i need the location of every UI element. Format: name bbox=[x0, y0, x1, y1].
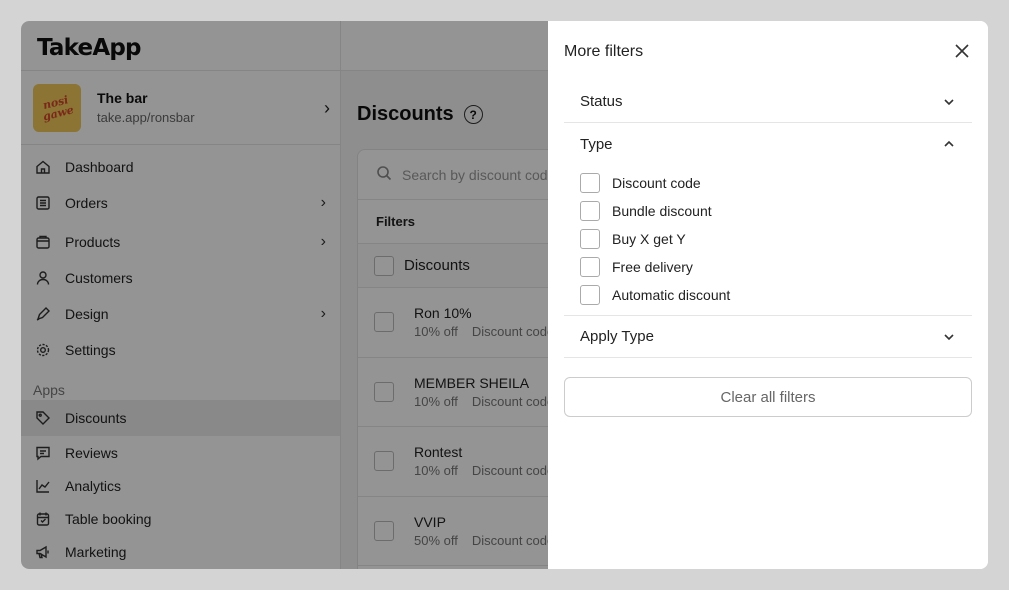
type-option-bundle-discount[interactable]: Bundle discount bbox=[580, 197, 956, 225]
more-filters-drawer: More filters Status Type Discount code B… bbox=[548, 21, 988, 569]
type-section-toggle[interactable]: Type bbox=[564, 123, 972, 165]
drawer-title: More filters bbox=[564, 43, 644, 60]
option-label: Buy X get Y bbox=[612, 231, 686, 247]
chevron-down-icon bbox=[944, 99, 954, 106]
clear-all-filters-button[interactable]: Clear all filters bbox=[564, 377, 972, 417]
status-section-toggle[interactable]: Status bbox=[564, 81, 972, 123]
option-label: Discount code bbox=[612, 175, 701, 191]
close-icon bbox=[955, 44, 969, 58]
checkbox[interactable] bbox=[580, 257, 600, 277]
chevron-down-icon bbox=[944, 334, 954, 341]
type-options: Discount code Bundle discount Buy X get … bbox=[564, 165, 972, 316]
filter-accordion: Status Type Discount code Bundle discoun… bbox=[564, 81, 972, 358]
option-label: Free delivery bbox=[612, 259, 693, 275]
status-section-label: Status bbox=[580, 93, 623, 110]
option-label: Bundle discount bbox=[612, 203, 712, 219]
apply-type-section-label: Apply Type bbox=[580, 328, 654, 345]
chevron-up-icon bbox=[944, 140, 954, 147]
type-option-free-delivery[interactable]: Free delivery bbox=[580, 253, 956, 281]
close-button[interactable] bbox=[952, 41, 972, 61]
checkbox[interactable] bbox=[580, 201, 600, 221]
checkbox[interactable] bbox=[580, 173, 600, 193]
checkbox[interactable] bbox=[580, 285, 600, 305]
app-window: TakeApp nosi gawe The bar take.app/ronsb… bbox=[21, 21, 988, 569]
type-option-automatic-discount[interactable]: Automatic discount bbox=[580, 281, 956, 309]
type-option-discount-code[interactable]: Discount code bbox=[580, 169, 956, 197]
modal-backdrop[interactable] bbox=[21, 21, 548, 569]
type-option-buy-x-get-y[interactable]: Buy X get Y bbox=[580, 225, 956, 253]
apply-type-section-toggle[interactable]: Apply Type bbox=[564, 316, 972, 358]
option-label: Automatic discount bbox=[612, 287, 731, 303]
type-section-label: Type bbox=[580, 135, 613, 153]
checkbox[interactable] bbox=[580, 229, 600, 249]
